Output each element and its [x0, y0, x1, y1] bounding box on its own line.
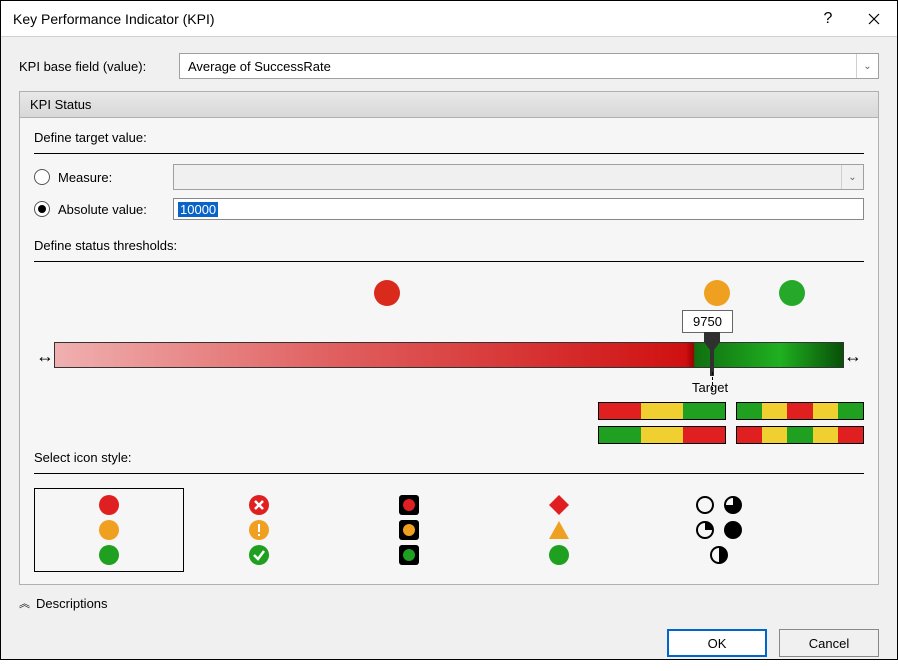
- red-circle-icon: [98, 494, 120, 516]
- close-icon: [868, 13, 880, 25]
- descriptions-label: Descriptions: [36, 596, 108, 611]
- window-title: Key Performance Indicator (KPI): [13, 11, 805, 27]
- slider-extend-right[interactable]: ↔: [844, 346, 862, 367]
- select-icon-style-label: Select icon style:: [34, 450, 864, 465]
- titlebar: Key Performance Indicator (KPI) ?: [1, 1, 897, 37]
- ok-button[interactable]: OK: [667, 629, 767, 657]
- quarter-circle-icon: [695, 520, 715, 540]
- target-label: Target: [692, 380, 728, 395]
- color-scheme-3[interactable]: [598, 426, 726, 444]
- icon-styles: [34, 488, 864, 572]
- full-circle-icon: [723, 520, 743, 540]
- absolute-value-input[interactable]: 10000: [173, 198, 864, 220]
- green-box-icon: [398, 544, 420, 566]
- green-circle-icon: [548, 544, 570, 566]
- threshold-marker[interactable]: [704, 332, 720, 376]
- status-dot-green: [779, 280, 805, 306]
- icon-style-traffic-dots[interactable]: [34, 488, 184, 572]
- descriptions-expander[interactable]: ︽ Descriptions: [19, 595, 879, 611]
- dialog-content: KPI base field (value): Average of Succe…: [1, 37, 897, 619]
- threshold-gradient-bar[interactable]: [54, 342, 844, 368]
- measure-radio-label: Measure:: [58, 170, 173, 185]
- cancel-button[interactable]: Cancel: [779, 629, 879, 657]
- icon-style-symbols[interactable]: [184, 488, 334, 572]
- chevron-down-icon: ⌄: [841, 165, 863, 189]
- kpi-status-header: KPI Status: [19, 91, 879, 118]
- absolute-radio[interactable]: [34, 201, 50, 217]
- green-circle-icon: [98, 544, 120, 566]
- expand-icon: ︽: [19, 595, 30, 611]
- red-box-icon: [398, 494, 420, 516]
- color-scheme-2[interactable]: [736, 402, 864, 420]
- define-thresholds-label: Define status thresholds:: [34, 238, 864, 253]
- color-scheme-4[interactable]: [736, 426, 864, 444]
- triangle-icon: [548, 519, 570, 541]
- base-field-value: Average of SuccessRate: [188, 59, 331, 74]
- absolute-value-text: 10000: [178, 202, 218, 217]
- yellow-box-icon: [398, 519, 420, 541]
- absolute-radio-label: Absolute value:: [58, 202, 173, 217]
- threshold-value-box[interactable]: 9750: [682, 310, 733, 333]
- define-target-label: Define target value:: [34, 130, 864, 145]
- color-scheme-grid: [598, 402, 864, 444]
- measure-radio[interactable]: [34, 169, 50, 185]
- yellow-circle-icon: [98, 519, 120, 541]
- three-quarter-circle-icon: [723, 495, 743, 515]
- dialog-footer: OK Cancel: [1, 619, 897, 671]
- color-scheme-1[interactable]: [598, 402, 726, 420]
- icon-style-shapes[interactable]: [484, 488, 634, 572]
- base-field-dropdown[interactable]: Average of SuccessRate ⌄: [179, 53, 879, 79]
- exclamation-circle-icon: [248, 519, 270, 541]
- x-circle-icon: [248, 494, 270, 516]
- threshold-slider-area: 9750 ↔ ↔ Target: [34, 280, 864, 450]
- status-dot-yellow: [704, 280, 730, 306]
- chevron-down-icon: ⌄: [856, 54, 878, 78]
- kpi-dialog: Key Performance Indicator (KPI) ? KPI ba…: [0, 0, 898, 660]
- measure-dropdown[interactable]: ⌄: [173, 164, 864, 190]
- base-field-label: KPI base field (value):: [19, 59, 179, 74]
- close-button[interactable]: [851, 1, 897, 37]
- check-circle-icon: [248, 544, 270, 566]
- help-button[interactable]: ?: [805, 1, 851, 37]
- half-circle-icon: [709, 545, 729, 565]
- status-dot-red: [374, 280, 400, 306]
- diamond-icon: [548, 494, 570, 516]
- slider-extend-left[interactable]: ↔: [36, 346, 54, 367]
- kpi-status-body: Define target value: Measure: ⌄ Absolute…: [19, 118, 879, 585]
- icon-style-boxed-dots[interactable]: [334, 488, 484, 572]
- empty-circle-icon: [695, 495, 715, 515]
- icon-style-pie-quarters[interactable]: [634, 488, 804, 572]
